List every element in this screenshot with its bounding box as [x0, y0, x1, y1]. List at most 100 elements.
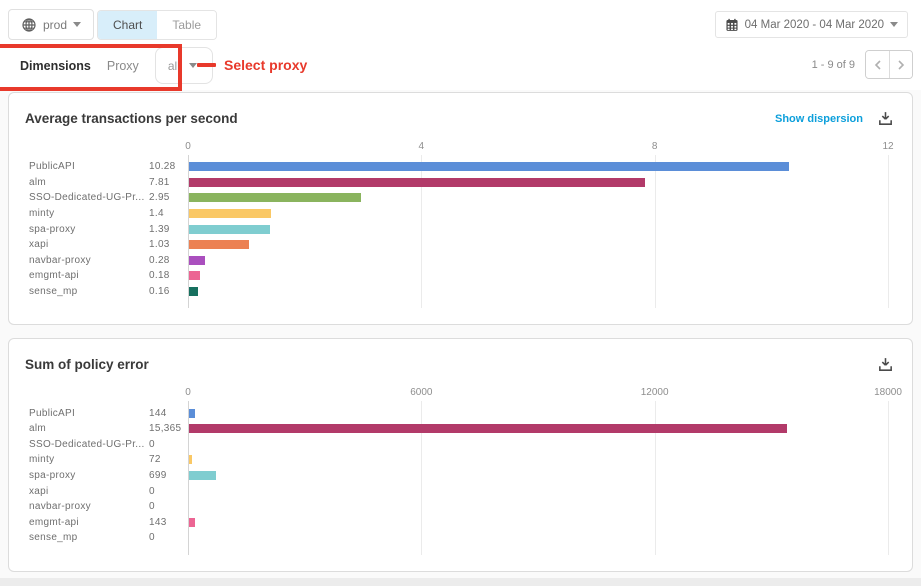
annotation-text: Select proxy — [224, 57, 307, 73]
chart-row: xapi0 — [29, 483, 912, 499]
bar-track — [188, 533, 888, 542]
value-label: 0 — [149, 486, 188, 497]
toolbar: prod Chart Table 04 Mar 2020 - 04 Mar 20… — [0, 0, 921, 90]
chart-card-policy-error: Sum of policy error 060001200018000 Publ… — [8, 338, 913, 571]
chart-row: spa-proxy699 — [29, 468, 912, 484]
chart-row: SSO-Dedicated-UG-Pr...2.95 — [29, 190, 912, 206]
view-tabs: Chart Table — [97, 10, 217, 40]
bar — [189, 256, 205, 265]
chevron-down-icon — [189, 63, 197, 68]
chart-row: minty1.4 — [29, 206, 912, 222]
category-label: alm — [29, 423, 149, 434]
bar-track — [188, 256, 888, 265]
chevron-down-icon — [73, 22, 81, 27]
date-range-picker[interactable]: 04 Mar 2020 - 04 Mar 2020 — [715, 11, 908, 38]
download-button[interactable] — [877, 356, 894, 373]
value-label: 10.28 — [149, 161, 188, 172]
download-icon — [877, 356, 894, 373]
chevron-right-icon — [896, 60, 906, 70]
category-label: SSO-Dedicated-UG-Pr... — [29, 192, 149, 203]
value-label: 0 — [149, 501, 188, 512]
chart-row: spa-proxy1.39 — [29, 221, 912, 237]
download-button[interactable] — [877, 110, 894, 127]
bar-track — [188, 424, 888, 433]
bar — [189, 240, 249, 249]
chart-row: navbar-proxy0.28 — [29, 253, 912, 269]
proxy-selected-value: all — [168, 59, 180, 73]
bar-track — [188, 409, 888, 418]
chart-row: xapi1.03 — [29, 237, 912, 253]
proxy-field-label: Proxy — [107, 59, 139, 73]
bar-track — [188, 225, 888, 234]
axis-tick-label: 18000 — [874, 387, 902, 398]
bar — [189, 424, 787, 433]
category-label: sense_mp — [29, 532, 149, 543]
bar-track — [188, 178, 888, 187]
tab-table[interactable]: Table — [157, 11, 216, 39]
date-range-label: 04 Mar 2020 - 04 Mar 2020 — [745, 19, 884, 31]
environment-label: prod — [43, 18, 67, 32]
chart-row: emgmt-api0.18 — [29, 268, 912, 284]
bar — [189, 178, 645, 187]
bar-track — [188, 455, 888, 464]
value-label: 1.4 — [149, 208, 188, 219]
bar-track — [188, 209, 888, 218]
category-label: navbar-proxy — [29, 255, 149, 266]
value-label: 7.81 — [149, 177, 188, 188]
category-label: PublicAPI — [29, 161, 149, 172]
axis-ticks: 04812 — [9, 141, 912, 154]
bar-track — [188, 502, 888, 511]
bar-track — [188, 193, 888, 202]
value-label: 72 — [149, 454, 188, 465]
bar-track — [188, 440, 888, 449]
bar-track — [188, 471, 888, 480]
chart-card-avg-tps: Average transactions per second Show dis… — [8, 92, 913, 325]
bar — [189, 225, 270, 234]
chart-row: sense_mp0.16 — [29, 284, 912, 300]
category-label: SSO-Dedicated-UG-Pr... — [29, 439, 149, 450]
category-label: PublicAPI — [29, 408, 149, 419]
value-label: 144 — [149, 408, 188, 419]
bar-track — [188, 487, 888, 496]
bar — [189, 209, 271, 218]
chart-title: Sum of policy error — [25, 355, 149, 374]
bar-track — [188, 271, 888, 280]
chart-row: PublicAPI144 — [29, 405, 912, 421]
bar — [189, 409, 195, 418]
bar — [189, 193, 361, 202]
environment-selector[interactable]: prod — [8, 9, 94, 40]
axis-ticks: 060001200018000 — [9, 387, 912, 400]
axis-tick-label: 0 — [185, 387, 191, 398]
value-label: 0.18 — [149, 270, 188, 281]
bar — [189, 287, 198, 296]
bar — [189, 455, 192, 464]
chart-row: alm7.81 — [29, 175, 912, 191]
chart-row: navbar-proxy0 — [29, 499, 912, 515]
tab-chart[interactable]: Chart — [98, 11, 157, 39]
category-label: xapi — [29, 486, 149, 497]
pagination-range-label: 1 - 9 of 9 — [812, 59, 855, 71]
chart-rows: PublicAPI144alm15,365SSO-Dedicated-UG-Pr… — [9, 405, 912, 554]
chart-row: minty72 — [29, 452, 912, 468]
category-label: navbar-proxy — [29, 501, 149, 512]
pagination-buttons — [865, 50, 913, 79]
pagination: 1 - 9 of 9 — [812, 50, 913, 79]
axis-tick-label: 8 — [652, 141, 658, 152]
chart-rows: PublicAPI10.28 alm7.81SSO-Dedicated-UG-Pr… — [9, 159, 912, 308]
axis-tick-label: 0 — [185, 141, 191, 152]
proxy-select[interactable]: all — [155, 47, 213, 84]
value-label: 2.95 — [149, 192, 188, 203]
axis-tick-label: 12000 — [641, 387, 669, 398]
category-label: emgmt-api — [29, 270, 149, 281]
next-page-button[interactable] — [889, 51, 912, 78]
previous-page-button[interactable] — [866, 51, 889, 78]
chart-title: Average transactions per second — [25, 109, 238, 128]
category-label: spa-proxy — [29, 470, 149, 481]
dimensions-label: Dimensions — [20, 59, 91, 73]
chart-row: sense_mp0 — [29, 530, 912, 546]
category-label: sense_mp — [29, 286, 149, 297]
bar — [189, 518, 195, 527]
value-label: 0 — [149, 532, 188, 543]
show-dispersion-link[interactable]: Show dispersion — [775, 113, 863, 125]
axis-tick-label: 4 — [419, 141, 425, 152]
